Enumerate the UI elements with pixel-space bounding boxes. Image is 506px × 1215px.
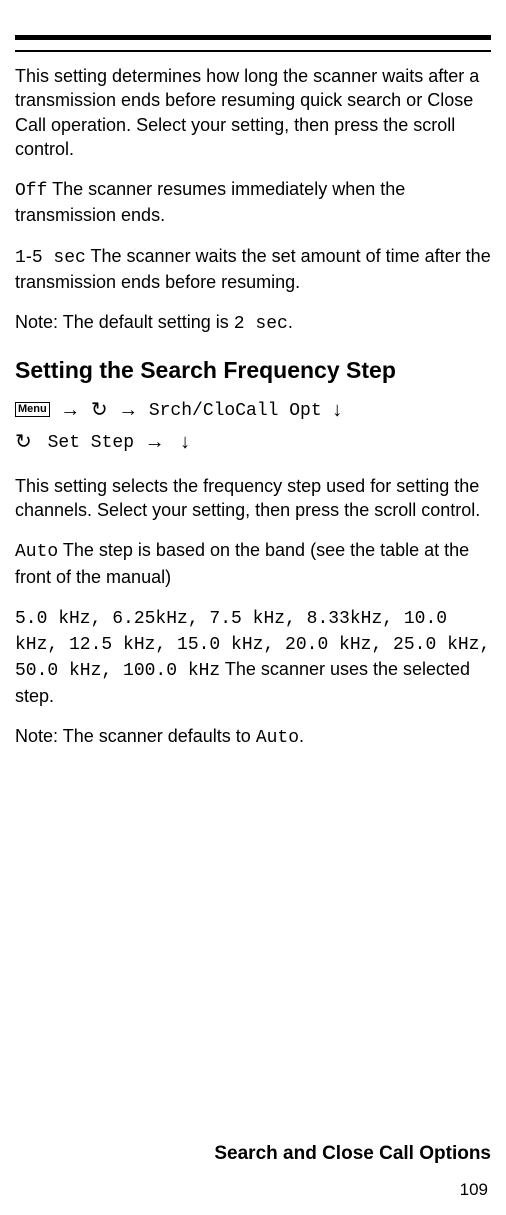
- note1-suffix: .: [288, 312, 293, 332]
- note1-value: 2 sec: [234, 314, 288, 334]
- nav-set-step: Set Step: [37, 432, 134, 452]
- range-option: 1-5 sec The scanner waits the set amount…: [15, 244, 491, 295]
- arrow-down-icon: ↓: [180, 431, 190, 453]
- off-label: Off: [15, 181, 47, 201]
- menu-button-icon: Menu: [15, 402, 50, 417]
- content-area: This setting determines how long the sca…: [0, 64, 506, 750]
- auto-label: Auto: [15, 542, 58, 562]
- arrow-right-icon: →: [113, 399, 144, 421]
- note-default: Note: The default setting is 2 sec.: [15, 310, 491, 336]
- note-auto: Note: The scanner defaults to Auto.: [15, 724, 491, 750]
- note2-suffix: .: [299, 726, 304, 746]
- scroll-icon: ↻: [91, 399, 108, 421]
- arrow-down-icon: ↓: [327, 399, 343, 421]
- page-number: 109: [460, 1180, 488, 1200]
- note1-prefix: Note: The default setting is: [15, 312, 234, 332]
- arrow-right-icon: →: [55, 399, 86, 421]
- range-1: 1: [15, 248, 26, 268]
- range-5sec: 5 sec: [32, 248, 86, 268]
- range-description: The scanner waits the set amount of time…: [15, 246, 491, 292]
- nav-srch-clocall: Srch/CloCall Opt: [149, 400, 322, 420]
- note2-prefix: Note: The scanner defaults to: [15, 726, 256, 746]
- auto-option: Auto The step is based on the band (see …: [15, 538, 491, 589]
- scroll-icon: ↻: [15, 431, 32, 453]
- off-option: Off The scanner resumes immediately when…: [15, 177, 491, 228]
- section-heading: Setting the Search Frequency Step: [15, 357, 491, 384]
- note2-value: Auto: [256, 728, 299, 748]
- top-rule-thin: [15, 50, 491, 52]
- top-rule-thick: [15, 35, 491, 40]
- footer-title: Search and Close Call Options: [214, 1143, 491, 1165]
- steps-option: 5.0 kHz, 6.25kHz, 7.5 kHz, 8.33kHz, 10.0…: [15, 605, 491, 708]
- intro-paragraph: This setting determines how long the sca…: [15, 64, 491, 161]
- off-description: The scanner resumes immediately when the…: [15, 179, 405, 225]
- auto-description: The step is based on the band (see the t…: [15, 540, 469, 586]
- step-paragraph: This setting selects the frequency step …: [15, 474, 491, 523]
- arrow-right-icon: →: [139, 431, 170, 453]
- navigation-path: Menu → ↻ → Srch/CloCall Opt ↓ ↻ Set Step…: [15, 394, 491, 458]
